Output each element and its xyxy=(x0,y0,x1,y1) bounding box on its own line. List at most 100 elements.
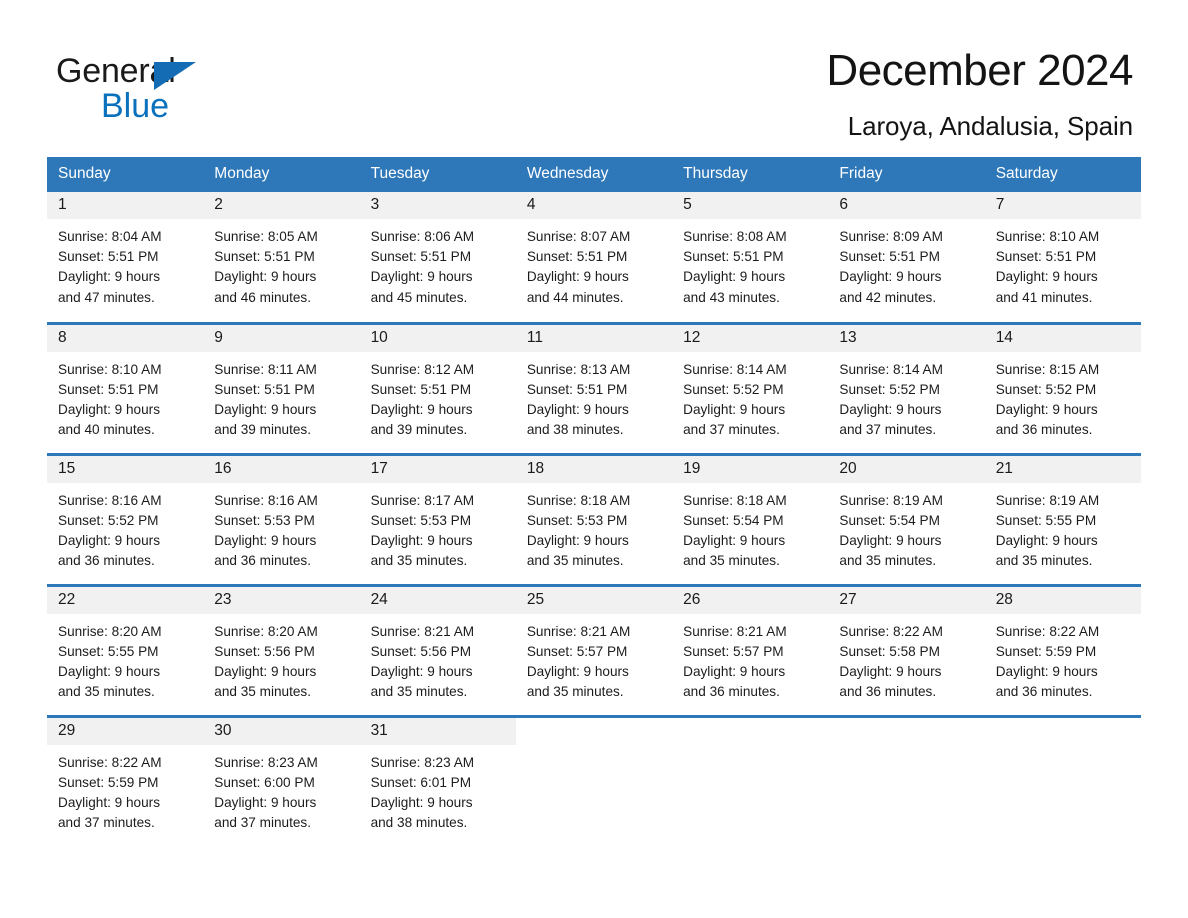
sunrise-text: Sunrise: 8:15 AM xyxy=(995,361,1100,377)
sunset-text: Sunset: 5:58 PM xyxy=(839,643,940,659)
day-number: 31 xyxy=(370,721,388,739)
day-info: Sunrise: 8:08 AM Sunset: 5:51 PM Daylight:… xyxy=(672,219,828,308)
calendar-body: 1 Sunrise: 8:04 AM Sunset: 5:51 PM Daylight… xyxy=(47,192,1141,847)
day-number: 28 xyxy=(995,590,1013,608)
sunrise-text: Sunrise: 8:16 AM xyxy=(58,492,162,508)
calendar-day-cell[interactable]: 23 Sunrise: 8:20 AM Sunset: 5:56 PM Dayligh… xyxy=(203,583,360,716)
calendar-day-cell[interactable]: 30 Sunrise: 8:23 AM Sunset: 6:00 PM Dayligh… xyxy=(203,714,360,847)
day-number-band: 27 xyxy=(828,586,985,614)
sunrise-text: Sunrise: 8:14 AM xyxy=(683,361,787,377)
calendar-day-cell[interactable]: 9 Sunrise: 8:11 AM Sunset: 5:51 PM Daylight… xyxy=(203,321,360,454)
day-number-band: 4 xyxy=(515,192,673,219)
day-number-band: 23 xyxy=(203,586,360,614)
day-number-band: 10 xyxy=(359,324,516,352)
day-info: Sunrise: 8:23 AM Sunset: 6:01 PM Daylight:… xyxy=(360,745,516,834)
daylight-text-line1: Daylight: 9 hours xyxy=(839,401,942,417)
day-number-band: 3 xyxy=(359,192,516,219)
calendar-day-cell[interactable]: 13 Sunrise: 8:14 AM Sunset: 5:52 PM Dayligh… xyxy=(828,321,985,454)
calendar-day-cell[interactable]: 7 Sunrise: 8:10 AM Sunset: 5:51 PM Daylight… xyxy=(984,192,1141,323)
day-number-band: 17 xyxy=(359,455,516,483)
day-number: 4 xyxy=(526,196,536,213)
daylight-text-line2: and 35 minutes. xyxy=(995,553,1093,569)
calendar-day-cell[interactable]: 25 Sunrise: 8:21 AM Sunset: 5:57 PM Dayligh… xyxy=(515,583,673,716)
daylight-text-line2: and 35 minutes. xyxy=(683,553,780,569)
weekday-header-friday: Friday xyxy=(828,157,985,192)
calendar-day-cell[interactable]: 17 Sunrise: 8:17 AM Sunset: 5:53 PM Dayligh… xyxy=(359,452,516,585)
day-number: 12 xyxy=(683,328,701,346)
day-info: Sunrise: 8:23 AM Sunset: 6:00 PM Daylight:… xyxy=(203,745,359,834)
calendar-day-cell[interactable]: 3 Sunrise: 8:06 AM Sunset: 5:51 PM Daylight… xyxy=(359,192,516,323)
calendar-day-cell[interactable]: 24 Sunrise: 8:21 AM Sunset: 5:56 PM Dayligh… xyxy=(359,583,516,716)
title-block: December 2024 Laroya, Andalusia, Spain xyxy=(826,45,1133,143)
sunset-text: Sunset: 5:51 PM xyxy=(214,249,315,265)
calendar-day-cell[interactable]: 5 Sunrise: 8:08 AM Sunset: 5:51 PM Daylight… xyxy=(672,192,829,323)
day-number: 10 xyxy=(370,328,388,346)
day-info: Sunrise: 8:18 AM Sunset: 5:53 PM Daylight:… xyxy=(516,483,672,572)
calendar-day-cell[interactable]: 4 Sunrise: 8:07 AM Sunset: 5:51 PM Daylight… xyxy=(515,192,673,323)
day-info: Sunrise: 8:19 AM Sunset: 5:55 PM Daylight:… xyxy=(985,483,1141,572)
day-info: Sunrise: 8:20 AM Sunset: 5:56 PM Daylight:… xyxy=(203,614,359,703)
daylight-text-line1: Daylight: 9 hours xyxy=(58,794,161,810)
sunset-text: Sunset: 5:52 PM xyxy=(58,512,159,528)
calendar-day-cell[interactable]: 22 Sunrise: 8:20 AM Sunset: 5:55 PM Dayligh… xyxy=(47,583,204,716)
daylight-text-line2: and 36 minutes. xyxy=(995,422,1093,438)
calendar-day-cell[interactable]: 11 Sunrise: 8:13 AM Sunset: 5:51 PM Dayligh… xyxy=(515,321,673,454)
sunset-text: Sunset: 5:57 PM xyxy=(683,643,784,659)
day-info: Sunrise: 8:16 AM Sunset: 5:52 PM Daylight:… xyxy=(47,483,203,572)
calendar-day-cell[interactable]: 26 Sunrise: 8:21 AM Sunset: 5:57 PM Dayligh… xyxy=(672,583,829,716)
daylight-text-line2: and 35 minutes. xyxy=(839,553,937,569)
daylight-text-line1: Daylight: 9 hours xyxy=(995,663,1098,679)
sunset-text: Sunset: 5:51 PM xyxy=(370,381,472,397)
calendar-day-cell[interactable]: 1 Sunrise: 8:04 AM Sunset: 5:51 PM Daylight… xyxy=(47,192,204,323)
calendar-day-cell[interactable]: 31 Sunrise: 8:23 AM Sunset: 6:01 PM Dayligh… xyxy=(359,714,516,847)
sunset-text: Sunset: 5:51 PM xyxy=(526,249,628,265)
day-info: Sunrise: 8:21 AM Sunset: 5:57 PM Daylight:… xyxy=(672,614,828,703)
calendar-day-cell[interactable]: 2 Sunrise: 8:05 AM Sunset: 5:51 PM Daylight… xyxy=(203,192,360,323)
daylight-text-line1: Daylight: 9 hours xyxy=(58,269,161,285)
calendar-day-cell[interactable]: 6 Sunrise: 8:09 AM Sunset: 5:51 PM Daylight… xyxy=(828,192,985,323)
generalblue-logo[interactable]: General Blue xyxy=(56,52,256,126)
day-number-band: 15 xyxy=(47,455,204,483)
sunrise-text: Sunrise: 8:13 AM xyxy=(526,361,631,377)
day-info: Sunrise: 8:21 AM Sunset: 5:57 PM Daylight:… xyxy=(516,614,672,703)
daylight-text-line1: Daylight: 9 hours xyxy=(58,663,161,679)
sunrise-text: Sunrise: 8:17 AM xyxy=(370,492,475,508)
calendar-day-cell[interactable]: 14 Sunrise: 8:15 AM Sunset: 5:52 PM Dayligh… xyxy=(984,321,1141,454)
day-number-band: 8 xyxy=(47,324,204,352)
calendar-day-cell[interactable]: 18 Sunrise: 8:18 AM Sunset: 5:53 PM Dayligh… xyxy=(515,452,673,585)
daylight-text-line2: and 36 minutes. xyxy=(214,553,312,569)
calendar-day-cell[interactable]: 19 Sunrise: 8:18 AM Sunset: 5:54 PM Dayligh… xyxy=(672,452,829,585)
daylight-text-line1: Daylight: 9 hours xyxy=(683,401,786,417)
day-info: Sunrise: 8:11 AM Sunset: 5:51 PM Daylight:… xyxy=(203,352,359,441)
calendar-day-cell[interactable]: 10 Sunrise: 8:12 AM Sunset: 5:51 PM Dayligh… xyxy=(359,321,516,454)
daylight-text-line1: Daylight: 9 hours xyxy=(370,401,473,417)
day-number-band: 11 xyxy=(515,324,673,352)
weekday-header-wednesday: Wednesday xyxy=(515,157,673,192)
calendar-day-cell[interactable]: 21 Sunrise: 8:19 AM Sunset: 5:55 PM Dayligh… xyxy=(984,452,1141,585)
calendar-day-cell[interactable]: 20 Sunrise: 8:19 AM Sunset: 5:54 PM Dayligh… xyxy=(828,452,985,585)
weekday-header-tuesday: Tuesday xyxy=(359,157,516,192)
sunset-text: Sunset: 5:51 PM xyxy=(58,249,159,265)
sunset-text: Sunset: 5:51 PM xyxy=(995,249,1097,265)
calendar-day-cell[interactable]: 28 Sunrise: 8:22 AM Sunset: 5:59 PM Dayligh… xyxy=(984,583,1141,716)
calendar-day-cell[interactable]: 27 Sunrise: 8:22 AM Sunset: 5:58 PM Dayligh… xyxy=(828,583,985,716)
day-number-band: 18 xyxy=(515,455,673,483)
calendar-day-cell[interactable]: 29 Sunrise: 8:22 AM Sunset: 5:59 PM Dayligh… xyxy=(47,714,204,847)
calendar-week-row: 1 Sunrise: 8:04 AM Sunset: 5:51 PM Daylight… xyxy=(47,192,1141,323)
calendar-day-cell[interactable]: 16 Sunrise: 8:16 AM Sunset: 5:53 PM Dayligh… xyxy=(203,452,360,585)
calendar-page: General Blue December 2024 Laroya, Andal… xyxy=(0,0,1188,918)
calendar-day-cell[interactable]: 12 Sunrise: 8:14 AM Sunset: 5:52 PM Dayligh… xyxy=(672,321,829,454)
calendar-day-cell[interactable]: 8 Sunrise: 8:10 AM Sunset: 5:51 PM Daylight… xyxy=(47,321,204,454)
day-number-band xyxy=(984,717,1141,745)
calendar-day-cell[interactable]: 15 Sunrise: 8:16 AM Sunset: 5:52 PM Dayligh… xyxy=(47,452,204,585)
sunrise-text: Sunrise: 8:22 AM xyxy=(58,754,162,770)
day-number-band: 6 xyxy=(828,192,985,219)
sunset-text: Sunset: 5:54 PM xyxy=(839,512,940,528)
day-number: 30 xyxy=(214,721,232,739)
sunrise-text: Sunrise: 8:10 AM xyxy=(58,361,162,377)
day-number: 21 xyxy=(995,459,1013,477)
sunrise-text: Sunrise: 8:21 AM xyxy=(526,623,631,639)
sunrise-text: Sunrise: 8:21 AM xyxy=(683,623,787,639)
calendar-week-row: 15 Sunrise: 8:16 AM Sunset: 5:52 PM Dayligh… xyxy=(47,452,1141,585)
sunrise-text: Sunrise: 8:23 AM xyxy=(214,754,318,770)
